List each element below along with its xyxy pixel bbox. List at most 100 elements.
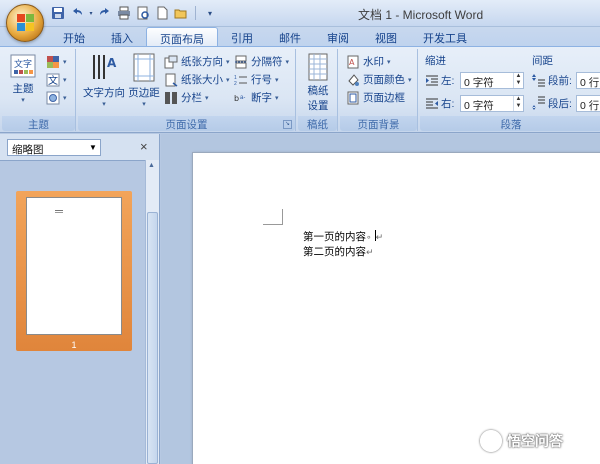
page-borders-button[interactable]: 页面边框 — [346, 89, 405, 106]
theme-fonts-button[interactable]: 文 ▾ — [46, 71, 67, 88]
draft-paper-icon — [307, 53, 329, 81]
spacing-before-input[interactable]: 0 行 — [576, 72, 600, 89]
theme-effects-button[interactable]: ▾ — [46, 89, 67, 106]
tab-insert[interactable]: 插入 — [98, 27, 146, 46]
text-direction-icon: A — [90, 53, 118, 83]
spacing-after-label: 段后: — [532, 96, 572, 111]
indent-right-spinner-icon[interactable]: ▲ ▼ — [513, 96, 523, 111]
margin-corner-mark — [263, 209, 283, 225]
document-line-1[interactable]: 第一页的内容∘ ↵ — [303, 229, 383, 244]
margins-dropdown-icon: ▾ — [142, 101, 146, 108]
close-icon[interactable]: × — [140, 139, 148, 154]
undo-icon[interactable] — [69, 5, 85, 21]
wukong-logo-icon — [480, 430, 502, 452]
scroll-up-icon[interactable]: ▲ — [148, 162, 155, 169]
new-document-icon[interactable] — [154, 5, 170, 21]
spacing-title: 间距 — [532, 55, 553, 67]
tab-view[interactable]: 视图 — [362, 27, 410, 46]
spacing-after-input[interactable]: 0 行 — [576, 95, 600, 112]
watermark-dropdown-icon: ▾ — [387, 58, 391, 66]
tab-page-layout[interactable]: 页面布局 — [146, 27, 218, 46]
line-numbers-dropdown-icon: ▾ — [275, 76, 279, 84]
office-button[interactable] — [6, 4, 44, 42]
theme-button[interactable]: 文字 主题 ▾ — [6, 53, 40, 104]
office-logo-icon — [17, 14, 35, 32]
redo-icon[interactable] — [97, 5, 113, 21]
watermark-button[interactable]: A 水印 ▾ — [346, 53, 391, 70]
svg-text:文: 文 — [48, 74, 58, 87]
tab-home[interactable]: 开始 — [50, 27, 98, 46]
theme-group-label: 主题 — [2, 116, 75, 131]
watermark-icon: A — [347, 55, 359, 68]
page-color-button[interactable]: 页面颜色 ▾ — [346, 71, 412, 88]
line-numbers-label: 行号 — [251, 74, 272, 86]
margins-label: 页边距 — [128, 87, 160, 99]
nav-view-dropdown-icon[interactable]: ▼ — [86, 140, 100, 155]
tab-mailings[interactable]: 邮件 — [266, 27, 314, 46]
page-setup-group-label: 页面设置 — [78, 116, 295, 131]
window-title: 文档 1 - Microsoft Word — [358, 8, 484, 22]
undo-dropdown-icon[interactable]: ▾ — [88, 5, 94, 21]
print-preview-icon[interactable] — [135, 5, 151, 21]
spacing-after-icon — [532, 96, 545, 110]
group-draft-paper: 稿纸 设置 稿纸 — [298, 49, 338, 131]
indent-right-input[interactable]: 0 字符 ▲ ▼ — [460, 95, 524, 112]
nav-scrollbar-thumb[interactable] — [147, 212, 158, 464]
breaks-button[interactable]: 分隔符 ▾ — [234, 53, 289, 70]
line-numbers-icon: 12 — [234, 75, 247, 87]
draft-settings-label-line2: 设置 — [307, 100, 329, 112]
page-setup-launcher-icon[interactable]: ↘ — [283, 120, 292, 129]
document-page[interactable]: 第一页的内容∘ ↵ 第二页的内容↵ — [192, 152, 600, 464]
customize-qat-icon[interactable]: ▾ — [202, 5, 218, 21]
indent-left-input[interactable]: 0 字符 ▲ ▼ — [460, 72, 524, 89]
indent-right-label: 右: — [425, 96, 454, 111]
print-icon[interactable] — [116, 5, 132, 21]
draft-settings-button[interactable]: 稿纸 设置 — [300, 53, 336, 113]
document-line-2[interactable]: 第二页的内容↵ — [303, 244, 374, 259]
quick-access-toolbar: ▾ ▾ — [50, 5, 218, 23]
size-button[interactable]: 纸张大小 ▾ — [164, 71, 230, 88]
line-numbers-button[interactable]: 12 行号 ▾ — [234, 71, 279, 88]
ribbon: 文字 主题 ▾ ▾ 文 ▾ ▾ 主题 A 文字方向 ▾ 页边距 ▾ 纸张方向 ▾… — [0, 46, 600, 133]
watermark-overlay: 悟空问答 — [480, 430, 563, 452]
theme-fonts-dropdown-icon: ▾ — [63, 76, 67, 84]
hyphenation-button[interactable]: b a- 断字 ▾ — [234, 89, 279, 106]
spacing-before-icon — [532, 74, 545, 87]
theme-dropdown-icon: ▾ — [21, 97, 25, 104]
thumbnail-list: 1 — [0, 160, 145, 464]
nav-view-select[interactable]: 缩略图 ▼ — [7, 139, 101, 156]
nav-scrollbar[interactable]: ▲ — [145, 160, 159, 464]
page-color-dropdown-icon: ▾ — [408, 76, 412, 84]
page-color-label: 页面颜色 — [363, 74, 405, 86]
orientation-button[interactable]: 纸张方向 ▾ — [164, 53, 230, 70]
svg-text:2: 2 — [234, 81, 237, 87]
save-icon[interactable] — [50, 5, 66, 21]
svg-text:文字: 文字 — [14, 58, 32, 70]
hyphenation-dropdown-icon: ▾ — [275, 94, 279, 102]
columns-button[interactable]: 分栏 ▾ — [164, 89, 209, 106]
page-thumbnail-selected[interactable]: 1 — [16, 191, 132, 351]
indent-left-spinner-icon[interactable]: ▲ ▼ — [513, 73, 523, 88]
tab-developer[interactable]: 开发工具 — [410, 27, 480, 46]
page-break-mark-icon: ∘ — [366, 233, 372, 243]
orientation-icon — [164, 55, 178, 68]
open-icon[interactable] — [173, 5, 189, 21]
draft-settings-label-line1: 稿纸 — [307, 85, 329, 97]
tab-references[interactable]: 引用 — [218, 27, 266, 46]
group-paragraph: 缩进 间距 左: 0 字符 ▲ ▼ 右: 0 字符 ▲ ▼ 段前: 0 行 段后: — [420, 49, 600, 131]
page-thumbnail — [26, 197, 122, 335]
svg-text:a-: a- — [240, 95, 245, 101]
indent-left-value: 0 字符 — [464, 77, 494, 89]
document-area: 第一页的内容∘ ↵ 第二页的内容↵ — [161, 134, 600, 464]
paragraph-group-label: 段落 — [420, 116, 600, 131]
theme-icon: 文字 — [9, 53, 37, 79]
watermark-label: 水印 — [363, 56, 384, 68]
group-theme: 文字 主题 ▾ ▾ 文 ▾ ▾ 主题 — [2, 49, 76, 131]
columns-label: 分栏 — [181, 92, 202, 104]
text-direction-button[interactable]: A 文字方向 ▾ — [82, 53, 126, 108]
hyphenation-icon: b a- — [234, 94, 245, 103]
tab-review[interactable]: 审阅 — [314, 27, 362, 46]
theme-colors-button[interactable]: ▾ — [46, 53, 67, 70]
qat-separator — [195, 6, 196, 20]
margins-button[interactable]: 页边距 ▾ — [126, 53, 162, 108]
